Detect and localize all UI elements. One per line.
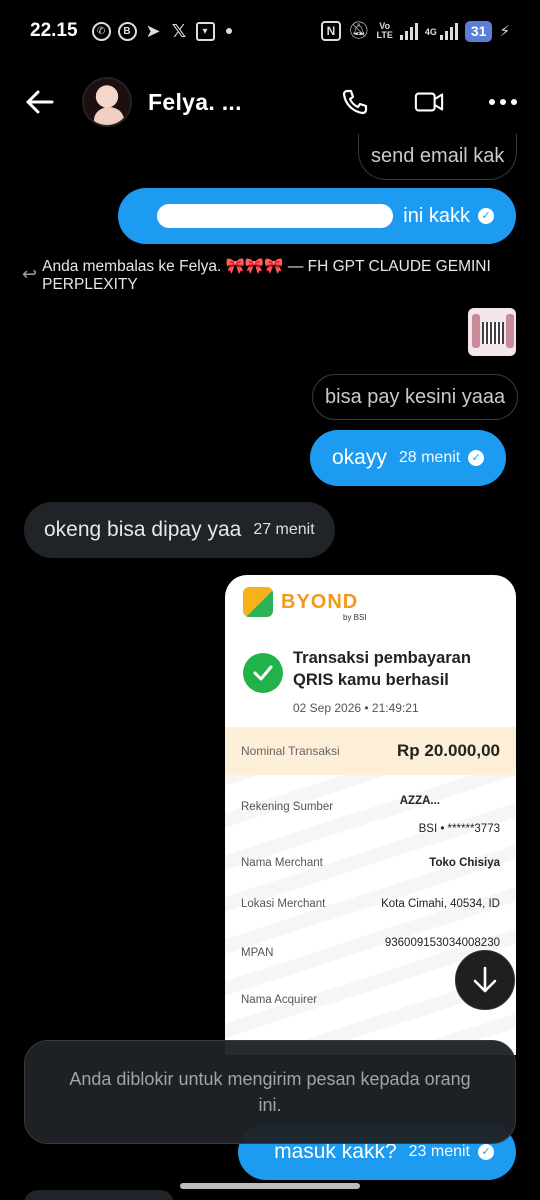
signal-icon <box>399 22 418 40</box>
x-icon: 𝕏 <box>171 20 187 42</box>
charging-icon: ⚡︎ <box>499 23 510 40</box>
shopping-bag-icon: ▾ <box>195 21 215 41</box>
qr-image-thumbnail[interactable] <box>468 308 516 356</box>
message-time: 27 menit <box>253 521 315 538</box>
success-check-icon <box>243 653 283 693</box>
message-received[interactable]: bisa pay kesini yaaa <box>312 374 519 420</box>
reply-context-text: Anda membalas ke Felya. 🎀🎀🎀 — FH GPT CLA… <box>42 258 491 293</box>
receipt-row: MPAN 936009153034008230 <box>241 937 500 959</box>
more-icon[interactable] <box>488 87 518 117</box>
message-text: okayy <box>332 446 387 469</box>
message-sent[interactable]: ini kakk ✓ <box>118 188 516 244</box>
status-time: 22.15 <box>30 20 78 41</box>
reply-icon: ↩ <box>22 264 38 284</box>
message-text: ini kakk <box>403 204 470 227</box>
receipt-date: 02 Sep 2026 • 21:49:21 <box>293 701 419 715</box>
amount-row: Nominal Transaksi Rp 20.000,00 <box>225 727 516 775</box>
chat-header: Felya. ... <box>0 62 540 142</box>
message-text: send email kak <box>371 145 505 167</box>
volte-icon: Vo LTE <box>376 21 393 40</box>
row-value: AZZA... <box>399 795 440 807</box>
notification-icons: ✆ B ➤ 𝕏 ▾ <box>91 20 232 42</box>
battery-level: 31 <box>464 20 493 42</box>
arrow-down-icon <box>473 966 497 993</box>
mute-bell-icon: 🔕︎ <box>347 21 370 40</box>
redacted-text <box>157 204 394 228</box>
byond-logo-icon <box>243 587 273 617</box>
byond-logo: BYOND <box>243 587 498 617</box>
message-time: 28 menit <box>398 449 461 466</box>
whatsapp-icon: ✆ <box>91 21 111 41</box>
row-value: Toko Chisiya <box>429 857 500 869</box>
receipt-row: Nama Merchant Toko Chisiya <box>241 857 500 869</box>
message-received-partial <box>24 1190 174 1200</box>
amount-value: Rp 20.000,00 <box>396 741 500 760</box>
read-check-icon: ✓ <box>468 450 485 466</box>
more-notifications-dot-icon <box>225 28 232 34</box>
blocked-notice: Anda diblokir untuk mengirim pesan kepad… <box>24 1040 516 1144</box>
avatar[interactable] <box>82 77 132 127</box>
video-icon[interactable] <box>414 87 444 117</box>
whatsapp-business-icon: B <box>117 21 137 41</box>
message-text: okeng bisa dipay yaa <box>44 518 242 541</box>
status-bar: 22.15 ✆ B ➤ 𝕏 ▾ N 🔕︎ Vo LTE 4G 31 ⚡︎ <box>0 0 540 62</box>
scroll-to-bottom-button[interactable] <box>455 950 515 1010</box>
row-label: Rekening Sumber <box>241 801 334 813</box>
message-received[interactable]: okeng bisa dipay yaa 27 menit <box>24 502 335 558</box>
amount-label: Nominal Transaksi <box>241 744 340 758</box>
blocked-notice-text: Anda diblokir untuk mengirim pesan kepad… <box>69 1069 471 1115</box>
read-check-icon: ✓ <box>478 208 494 224</box>
message-sent[interactable]: okayy 28 menit ✓ <box>310 430 507 486</box>
row-label: Nama Acquirer <box>241 994 318 1006</box>
row-value: Kota Cimahi, 40534, ID <box>381 898 500 910</box>
brand-sub: by BSI <box>343 613 367 622</box>
message-time: 23 menit <box>408 1143 470 1160</box>
row-value: BSI • ******3773 <box>418 823 500 835</box>
network-type: 4G <box>424 26 437 37</box>
receipt-title: Transaksi pembayaran QRIS kamu berhasil <box>293 649 471 689</box>
receipt-row: Rekening Sumber AZZA... BSI • ******3773 <box>241 795 500 835</box>
row-label: MPAN <box>241 947 274 959</box>
read-check-icon: ✓ <box>478 1144 494 1160</box>
receipt-row: Lokasi Merchant Kota Cimahi, 40534, ID <box>241 898 500 910</box>
reply-context: ↩ Anda membalas ke Felya. 🎀🎀🎀 — FH GPT C… <box>22 258 502 294</box>
phone-icon[interactable] <box>340 87 370 117</box>
row-label: Nama Merchant <box>241 857 323 869</box>
nfc-icon: N <box>320 21 341 41</box>
telegram-icon: ➤ <box>145 20 161 42</box>
signal-icon-2 <box>439 22 458 40</box>
contact-name[interactable]: Felya. ... <box>148 89 242 116</box>
back-arrow-icon[interactable] <box>22 84 58 120</box>
brand-name: BYOND <box>281 590 359 613</box>
home-indicator[interactable] <box>180 1183 360 1189</box>
message-text: bisa pay kesini yaaa <box>325 385 506 408</box>
message-received[interactable]: send email kak <box>358 134 518 180</box>
row-label: Lokasi Merchant <box>241 898 326 910</box>
row-value: 936009153034008230 <box>384 937 500 949</box>
